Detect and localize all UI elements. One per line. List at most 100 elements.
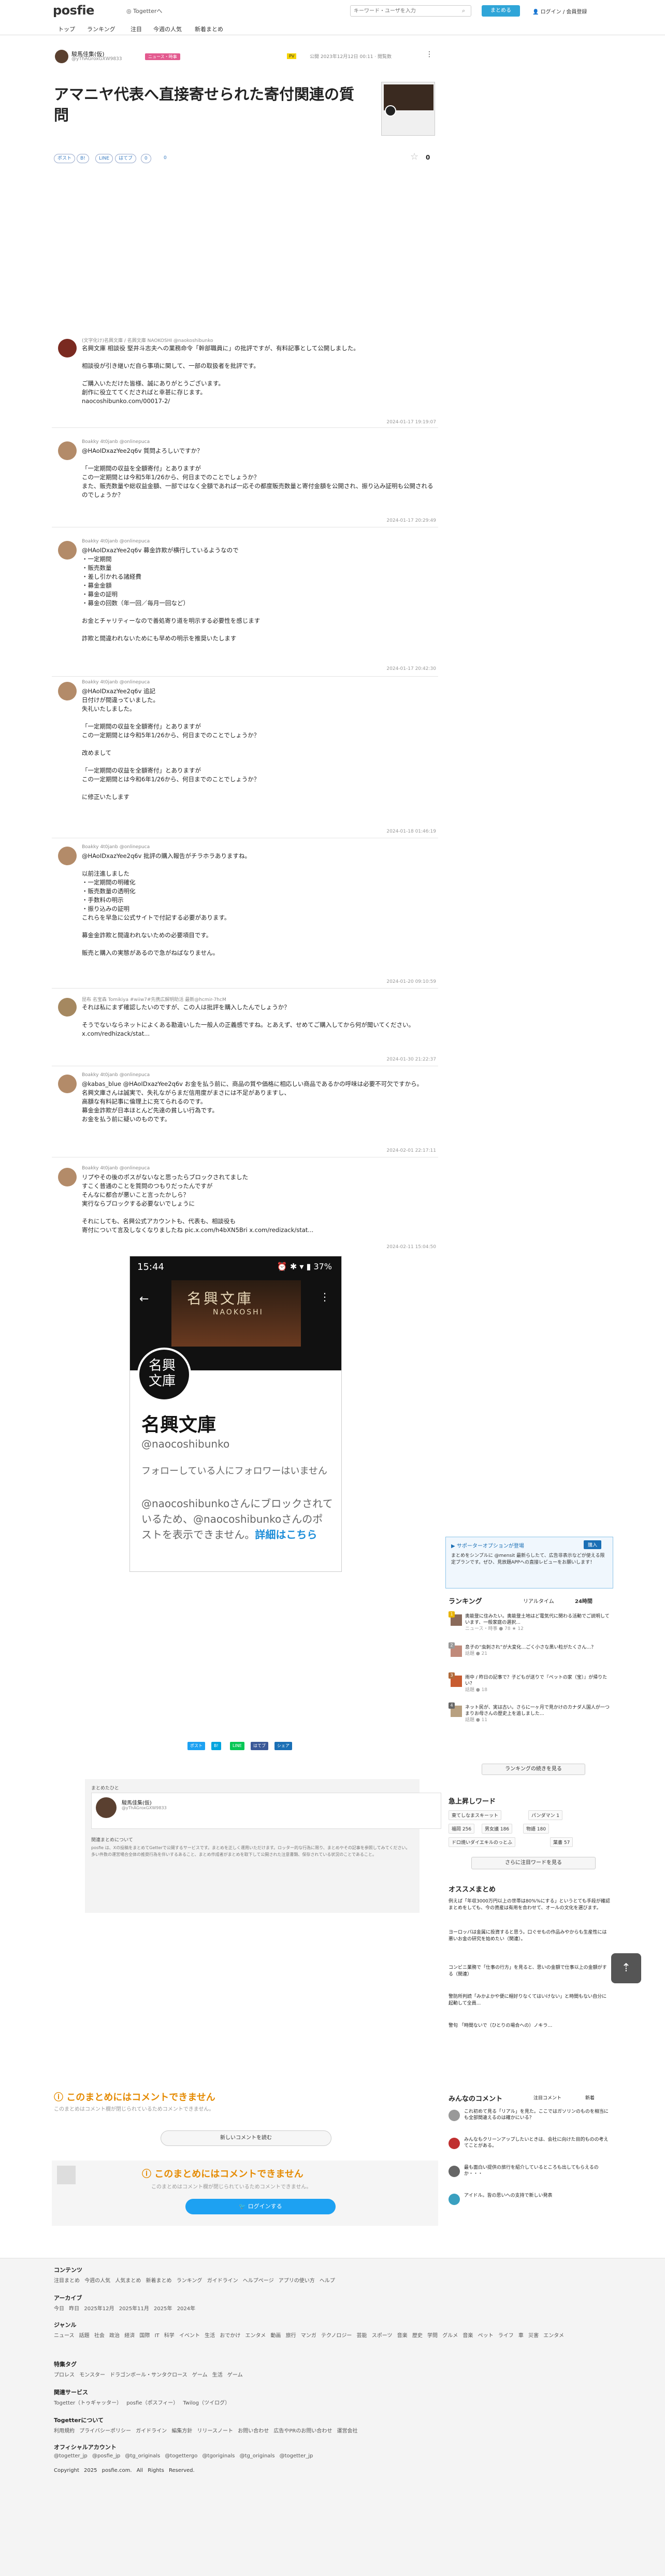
ranking-number: 3 bbox=[449, 1672, 455, 1679]
comment-item[interactable]: 最も面白い提供の旅行を紹介しているところも出してもらえるのか・・・ bbox=[449, 2165, 611, 2187]
tweet-time[interactable]: 2024-01-17 19:19:07 bbox=[386, 420, 436, 425]
footer-special-links[interactable]: プロレス モンスター ドラゴンボール・サンタクロース ゲーム 生活 ゲーム bbox=[54, 2370, 572, 2378]
share-hatebu-button-bottom[interactable]: はてブ bbox=[251, 1742, 268, 1750]
tweet-author[interactable]: (文字化け)名興文庫 / 名興文庫 NAOKOSHI @naokoshibunk… bbox=[82, 337, 213, 344]
recommend-item[interactable]: ヨーロッパは金属に投資すると思う。口ぐせもの作品みやからも生産性には悪いお金の研… bbox=[449, 1929, 611, 1943]
recommend-item[interactable]: 警防所判読「みかよかや便に帽好りなくてはいけない」と時間もない自分に起動して全員… bbox=[449, 1994, 611, 2007]
share-hatena-button[interactable]: B! bbox=[77, 154, 89, 163]
more-menu-icon[interactable]: ⋮ bbox=[426, 50, 433, 59]
ranking-text: 雨中 / 昨日の記事で？子どもが送りで『ペットの家（宝）』が帰りたい？ 話題 ● … bbox=[465, 1675, 608, 1693]
ranking-more-button[interactable]: ランキングの続きを見る bbox=[482, 1764, 585, 1775]
share-hatebu-button[interactable]: はてブ bbox=[115, 154, 137, 163]
comments-tab-new[interactable]: 新着 bbox=[585, 2094, 595, 2101]
share-facebook-button[interactable]: LINE bbox=[95, 154, 113, 163]
footer-related-links[interactable]: Togetter（トゥギャッター） posfie（ポスフィー） Twilog（ツ… bbox=[54, 2398, 572, 2406]
tweet-time[interactable]: 2024-01-17 20:29:49 bbox=[386, 518, 436, 523]
avatar[interactable] bbox=[58, 847, 77, 865]
author-card[interactable]: 駿馬佳集(仮) @yThAGroxGXW9833 bbox=[91, 1793, 441, 1829]
tweet-body: @HAoIDxazYee2q6v 批評の購入報告がチラホラありますね。 以前注進… bbox=[82, 852, 251, 956]
footer-genre-links[interactable]: ニュース 話題 社会 政治 経済 国際 IT 科学 イベント 生活 おでかけ エ… bbox=[54, 2331, 572, 2341]
keyword-chip[interactable]: パンダマン 1 bbox=[528, 1810, 563, 1820]
tweet-time[interactable]: 2024-01-18 01:46:19 bbox=[386, 829, 436, 834]
star-icon[interactable]: ☆ bbox=[410, 151, 418, 162]
footer-archive-links[interactable]: 今日 昨日 2025年12月 2025年11月 2025年 2024年 bbox=[54, 2304, 572, 2312]
avatar[interactable] bbox=[58, 339, 77, 357]
nav-weekly[interactable]: 今週の人気 bbox=[153, 25, 182, 33]
keyword-chip[interactable]: 葉書 57 bbox=[550, 1837, 573, 1847]
recommend-item[interactable]: 例えば「年収3000万円以上の世帯は80%%にする」というとても手段が確認まとめ… bbox=[449, 1898, 611, 1912]
comments-tab-featured[interactable]: 注目コメント bbox=[533, 2094, 561, 2101]
share-x-button-bottom[interactable]: ポスト bbox=[187, 1742, 205, 1750]
footer-official-links[interactable]: @togetter_jp @posfie_jp @tg_originals @t… bbox=[54, 2453, 572, 2459]
comment-item[interactable]: アイドル。皆の思いへの支持で新しい発表 bbox=[449, 2193, 611, 2215]
tweet-author[interactable]: Boakky 4t0janb @onlinepuca bbox=[82, 680, 150, 685]
comment-item[interactable]: みんなもクリーンアップしたいときは、会社に向けた目的ものの考えてことがある。 bbox=[449, 2137, 611, 2159]
keyword-chip[interactable]: 東てしなまスキーット bbox=[449, 1810, 502, 1820]
avatar[interactable] bbox=[58, 1075, 77, 1093]
keyword-chip[interactable]: 物語 180 bbox=[523, 1824, 550, 1834]
recommend-item[interactable]: コンビニ業務で「仕事の行方」を見ると、思いの金額で仕事以上の金額がする（関連） bbox=[449, 1965, 611, 1978]
top-bar: posfie ◎ Togetterへ ⌕ まとめる 👤 ログイン / 会員登録 bbox=[0, 0, 665, 22]
nav-new[interactable]: 新着まとめ bbox=[195, 25, 223, 33]
login-button[interactable]: 🐦 ログインする bbox=[185, 2199, 336, 2214]
share-line-button-bottom[interactable]: LINE bbox=[230, 1742, 244, 1750]
ranking-tab-realtime[interactable]: リアルタイム bbox=[523, 1597, 554, 1605]
ranking-item[interactable]: 2 息子の“虫刺され”が大変化…ごく小さな黒い粒がたくさん…？ 話題 ● 21 bbox=[449, 1642, 611, 1667]
tweet-time[interactable]: 2024-02-01 22:17:11 bbox=[386, 1148, 436, 1153]
nav-ranking[interactable]: ランキング bbox=[87, 25, 115, 33]
ranking-item[interactable]: 3 雨中 / 昨日の記事で？子どもが送りで『ペットの家（宝）』が帰りたい？ 話題 … bbox=[449, 1672, 611, 1697]
ranking-item[interactable]: 4 ネット民が、実は古い。さらに一ヶ月で見かけのカナダ人国人が一つまりお母さんの… bbox=[449, 1702, 611, 1727]
footer-togetter-links[interactable]: 利用規約 プライバシーポリシー ガイドライン 編集方針 リリースノート お問い合… bbox=[54, 2426, 572, 2434]
share-hatena-button-bottom[interactable]: B! bbox=[211, 1742, 221, 1750]
comment-item[interactable]: これ初めて見る「リアル」を見た。ここではガソリンのものを相当にも全部間違えるのは… bbox=[449, 2109, 611, 2131]
tweet-author[interactable]: 昆布 名宝森 Tomikiya #wiiw7#先携広解明助活 最新@hcmir-… bbox=[82, 996, 226, 1003]
keyword-chip[interactable]: ドロ焼いダイエキルのっとふ bbox=[449, 1837, 515, 1847]
category-tag[interactable]: ニュース・時事 bbox=[145, 53, 180, 60]
avatar[interactable] bbox=[58, 682, 77, 700]
tweet: Boakky 4t0janb @onlinepuca @kabas_blue @… bbox=[52, 1072, 438, 1157]
tweet-author[interactable]: Boakky 4t0janb @onlinepuca bbox=[82, 845, 150, 850]
login-link[interactable]: 👤 ログイン / 会員登録 bbox=[532, 7, 587, 15]
tweet-time[interactable]: 2024-01-30 21:22:37 bbox=[386, 1057, 436, 1062]
tweet-author[interactable]: Boakky 4t0janb @onlinepuca bbox=[82, 1166, 150, 1171]
keyword-chip[interactable]: 福岡 256 bbox=[449, 1824, 475, 1834]
make-summary-button[interactable]: まとめる bbox=[482, 5, 520, 17]
tweet-time[interactable]: 2024-02-11 15:04:50 bbox=[386, 1244, 436, 1250]
posfie-logo[interactable]: posfie bbox=[53, 3, 94, 18]
ranking-text: 奥能登に住みたい。奥能登土地はど電気代に関わる活動でご説明しています、一般家庭の… bbox=[465, 1614, 610, 1632]
tweet-time[interactable]: 2024-01-20 09:10:59 bbox=[386, 979, 436, 984]
ranking-tab-24h[interactable]: 24時間 bbox=[575, 1597, 592, 1605]
footer-contents-links[interactable]: 注目まとめ 今週の人気 人気まとめ 新着まとめ ランキング ガイドライン ヘルプ… bbox=[54, 2276, 572, 2284]
search-icon[interactable]: ⌕ bbox=[462, 7, 465, 15]
avatar[interactable] bbox=[58, 541, 77, 560]
author-avatar[interactable] bbox=[55, 50, 68, 63]
scroll-top-button[interactable]: ⇡ bbox=[611, 1953, 641, 1983]
keyword-chip[interactable]: 男女議 186 bbox=[482, 1824, 513, 1834]
avatar[interactable] bbox=[58, 441, 77, 460]
share-x-button[interactable]: ポスト bbox=[54, 154, 76, 163]
load-comments-button[interactable]: 新しいコメントを読む bbox=[161, 2130, 331, 2146]
tweet-time[interactable]: 2024-01-17 20:42:30 bbox=[386, 666, 436, 671]
share-line-count[interactable]: 0 bbox=[141, 154, 151, 163]
togetter-link[interactable]: ◎ Togetterへ bbox=[126, 7, 162, 15]
supporter-banner[interactable]: ▶ サポーターオプションが登場 購入 まとめをシンプルに @mensit 最新ら… bbox=[445, 1537, 613, 1588]
author-id: @yThAGroxGXW9833 bbox=[71, 56, 122, 62]
tweet-author[interactable]: Boakky 4t0janb @onlinepuca bbox=[82, 539, 150, 544]
supporter-buy-button[interactable]: 購入 bbox=[584, 1540, 602, 1549]
avatar[interactable] bbox=[58, 1168, 77, 1186]
search-input[interactable] bbox=[350, 5, 471, 17]
back-arrow-icon: ← bbox=[139, 1293, 149, 1306]
keywords-more-button[interactable]: さらに注目ワードを見る bbox=[471, 1857, 596, 1869]
share-other-button[interactable]: シェア bbox=[274, 1742, 292, 1750]
nav-top[interactable]: トップ bbox=[58, 25, 75, 33]
recommend-item[interactable]: 警句 「時間ないで（ひとりの場合への）ノキラ… bbox=[449, 2023, 611, 2029]
copyright: Copyright 2025 posfie.com. All Rights Re… bbox=[54, 2468, 195, 2473]
tweet-author[interactable]: Boakky 4t0janb @onlinepuca bbox=[82, 1072, 150, 1078]
avatar[interactable] bbox=[58, 998, 77, 1017]
avatar bbox=[449, 2110, 460, 2121]
nav-featured[interactable]: 注目 bbox=[131, 25, 142, 33]
tweet-image[interactable]: 15:44 ⏰ ✱ ▾ ▮ 37% 名興文庫 NAOKOSHI ← ⋮ 名興文庫… bbox=[129, 1256, 342, 1572]
ranking-item[interactable]: 1 奥能登に住みたい。奥能登土地はど電気代に関わる活動でご説明しています、一般家… bbox=[449, 1611, 611, 1639]
tweet-author[interactable]: Boakky 4t0janb @onlinepuca bbox=[82, 439, 150, 445]
ranking-text: 息子の“虫刺され”が大変化…ごく小さな黒い粒がたくさん…？ 話題 ● 21 bbox=[465, 1645, 596, 1656]
